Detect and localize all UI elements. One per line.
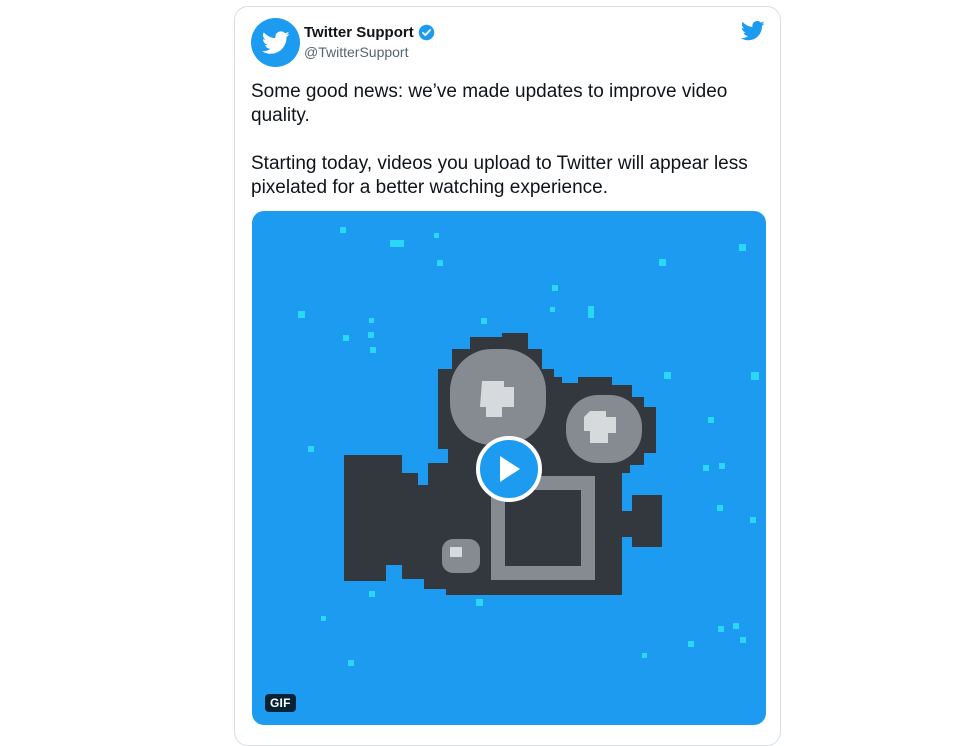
tweet-text: Some good news: we’ve made updates to im…	[251, 80, 761, 200]
twitter-bird-icon	[261, 30, 290, 54]
knob	[442, 539, 480, 573]
film-reel-right	[566, 395, 642, 463]
tweet-paragraph: Some good news: we’ve made updates to im…	[251, 81, 728, 126]
tweet-paragraph: Starting today, videos you upload to Twi…	[251, 153, 748, 198]
film-reel-left	[450, 349, 546, 445]
avatar[interactable]	[251, 18, 300, 67]
author-info[interactable]: Twitter Support @TwitterSupport	[304, 24, 435, 60]
author-handle[interactable]: @TwitterSupport	[304, 44, 435, 60]
twitter-logo-icon[interactable]	[741, 21, 765, 41]
verified-badge-icon	[418, 24, 434, 41]
author-display-name[interactable]: Twitter Support	[304, 24, 414, 41]
tweet-card[interactable]: Twitter Support @TwitterSupport Some goo…	[234, 6, 781, 746]
gif-badge: GIF	[265, 694, 296, 712]
play-icon	[500, 456, 520, 482]
media-player[interactable]: GIF	[252, 211, 766, 725]
play-button[interactable]	[476, 436, 542, 502]
